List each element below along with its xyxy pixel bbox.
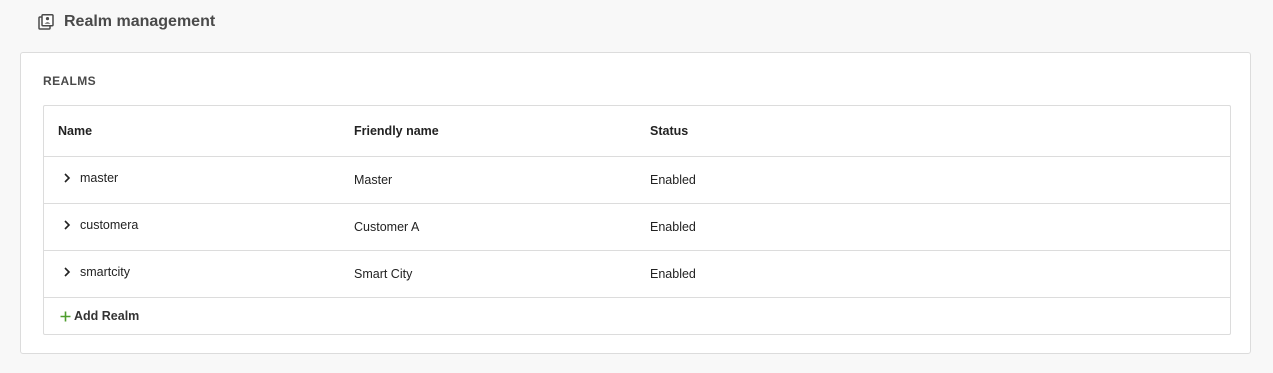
realm-list-icon (38, 14, 54, 30)
realms-table: Name Friendly name Status master Master … (43, 105, 1231, 335)
realm-status: Enabled (650, 220, 696, 234)
table-header: Name Friendly name Status (44, 106, 1230, 157)
plus-icon (60, 311, 71, 322)
realm-friendly-name: Customer A (354, 220, 420, 234)
realm-name: smartcity (80, 265, 130, 279)
realm-name: master (80, 171, 119, 185)
realms-panel: REALMS Name Friendly name Status master … (20, 52, 1251, 354)
page-title: Realm management (64, 13, 216, 30)
column-header-friendly-name[interactable]: Friendly name (354, 106, 439, 156)
add-realm-button[interactable]: Add Realm (60, 306, 139, 326)
table-row[interactable]: customera Customer A Enabled (44, 204, 1230, 251)
realm-friendly-name: Master (354, 173, 393, 187)
realm-status: Enabled (650, 267, 696, 281)
column-header-status[interactable]: Status (650, 106, 688, 156)
realm-friendly-name: Smart City (354, 267, 413, 281)
chevron-right-icon[interactable] (62, 173, 72, 183)
chevron-right-icon[interactable] (62, 220, 72, 230)
table-row[interactable]: smartcity Smart City Enabled (44, 251, 1230, 298)
page: Realm management REALMS Name Friendly na… (0, 0, 1273, 373)
add-realm-label: Add Realm (74, 309, 140, 323)
column-header-name[interactable]: Name (58, 106, 92, 156)
realm-name-cell: customera (58, 204, 138, 250)
table-row[interactable]: master Master Enabled (44, 157, 1230, 204)
panel-title: REALMS (43, 74, 97, 88)
realm-name: customera (80, 218, 139, 232)
chevron-right-icon[interactable] (62, 267, 72, 277)
page-header: Realm management (38, 10, 215, 34)
realm-status: Enabled (650, 173, 696, 187)
realm-name-cell: master (58, 157, 118, 203)
realm-name-cell: smartcity (58, 251, 130, 297)
